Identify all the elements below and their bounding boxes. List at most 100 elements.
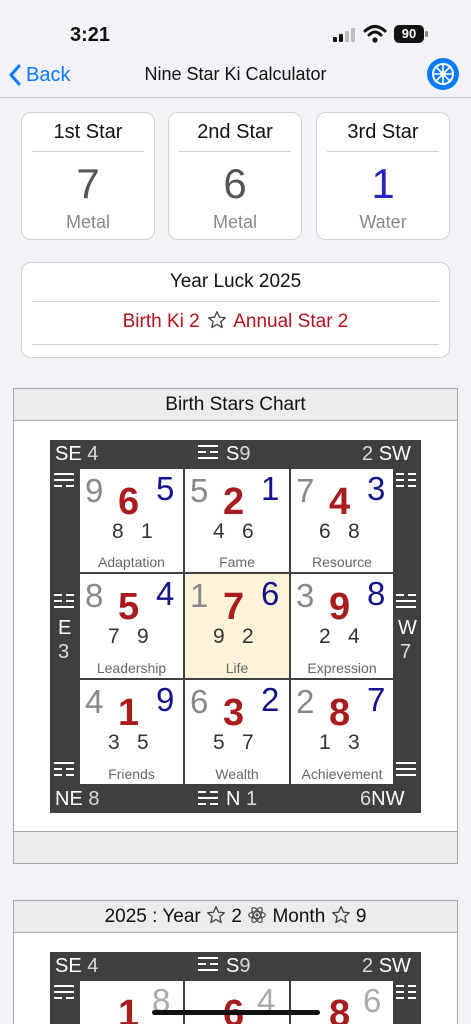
cell-main-number: 1	[118, 993, 140, 1024]
cell-friends[interactable]: 4 1 9 3 5 Friends	[79, 679, 184, 785]
cell-bottom-right-number: 2	[242, 625, 254, 648]
star-number: 6	[223, 160, 247, 207]
cell-bottom-right-number: 8	[348, 520, 360, 543]
cell-left-number: 9	[85, 472, 104, 509]
cell-main-number: 5	[118, 586, 140, 628]
direction-sw: 2 SW	[362, 443, 411, 465]
wheel-settings-button[interactable]	[427, 58, 459, 90]
cell-bottom-left-number: 3	[108, 731, 120, 754]
trigram-se-icon	[54, 473, 74, 489]
cell-left-number: 2	[296, 683, 315, 720]
cell-adaptation[interactable]: 9 6 5 8 1 Adaptation	[79, 468, 184, 573]
cell-main-number: 8	[329, 993, 351, 1024]
trigram-sw-icon	[396, 985, 416, 1001]
direction-s: S9	[226, 955, 251, 977]
year-cell-se[interactable]: 1 8	[79, 980, 184, 1024]
star-element: Metal	[65, 212, 110, 232]
cell-bottom-right-number: 9	[137, 625, 149, 648]
cell-fame[interactable]: 5 2 1 4 6 Fame	[184, 468, 290, 573]
wheel-icon	[432, 63, 454, 85]
year-chart-panel: 2025 : Year 2 Month 9 SE 4 S9 2 SW 1 8 6…	[13, 900, 458, 1024]
cell-main-number: 4	[329, 481, 351, 523]
cell-main-number: 8	[329, 692, 351, 734]
nav-bar: Back Nine Star Ki Calculator	[0, 56, 471, 98]
direction-w-number: 7	[400, 641, 412, 663]
trigram-south-icon	[198, 445, 218, 461]
birth-chart-header: Birth Stars Chart	[14, 389, 457, 421]
trigram-se-icon	[54, 985, 74, 1001]
cell-bottom-left-number: 5	[213, 731, 225, 754]
star-outline-icon	[331, 906, 350, 924]
year-luck-summary: Birth Ki 2 Annual Star 2	[22, 310, 449, 334]
cell-right-number: 3	[367, 470, 386, 507]
battery-cap	[425, 31, 428, 37]
cell-bottom-right-number: 3	[348, 731, 360, 754]
first-star-card: 1st Star 7 Metal	[21, 112, 155, 240]
cell-bottom-left-number: 1	[319, 731, 331, 754]
cell-caption: Wealth	[215, 766, 259, 782]
cell-main-number: 2	[223, 481, 245, 523]
divider	[179, 151, 291, 152]
cell-left-number: 3	[296, 577, 315, 614]
cell-caption: Achievement	[301, 766, 383, 782]
year-cell-s[interactable]: 6 4	[184, 980, 290, 1024]
cell-main-number: 6	[118, 481, 140, 523]
year-cell-sw[interactable]: 8 6	[290, 980, 394, 1024]
cell-right-number: 1	[261, 470, 280, 507]
cell-main-number: 7	[223, 586, 245, 628]
cell-resource[interactable]: 7 4 3 6 8 Resource	[290, 468, 394, 573]
trigram-south-icon	[198, 957, 218, 973]
star-number: 1	[371, 160, 395, 207]
status-time: 3:21	[70, 24, 111, 46]
cell-caption: Friends	[108, 766, 155, 782]
cell-right-number: 4	[156, 575, 175, 612]
direction-ne: NE 8	[55, 788, 100, 810]
cell-bottom-left-number: 6	[319, 520, 331, 543]
cell-main-number: 9	[329, 586, 351, 628]
cell-bottom-right-number: 7	[242, 731, 254, 754]
cell-bottom-right-number: 6	[242, 520, 254, 543]
year-chart-header: 2025 : Year 2 Month 9	[14, 901, 457, 933]
cell-achievement[interactable]: 2 8 7 1 3 Achievement	[290, 679, 394, 785]
cell-wealth[interactable]: 6 3 2 5 7 Wealth	[184, 679, 290, 785]
cell-right-number: 9	[156, 681, 175, 718]
month-label: Month	[272, 906, 326, 927]
birth-chart-footer	[14, 831, 457, 863]
star-outline-icon	[207, 906, 226, 924]
direction-e: E	[58, 617, 72, 639]
direction-sw: 2 SW	[362, 955, 411, 977]
month-number: 9	[355, 906, 367, 927]
birth-ki-label: Birth Ki 2	[122, 311, 200, 332]
trigram-north-icon	[198, 791, 218, 807]
direction-s: S9	[226, 443, 251, 465]
battery-icon: 90	[394, 25, 424, 43]
trigram-east-icon	[54, 594, 74, 610]
status-bar: 3:21 90	[0, 0, 471, 56]
divider	[32, 301, 439, 302]
home-indicator[interactable]	[152, 1010, 320, 1015]
trigram-west-icon	[396, 594, 416, 610]
cell-main-number: 3	[223, 692, 245, 734]
cell-left-number: 6	[190, 683, 209, 720]
cell-expression[interactable]: 3 9 8 2 4 Expression	[290, 573, 394, 679]
cell-life[interactable]: 1 7 6 9 2 Life	[184, 573, 290, 679]
direction-w: W	[398, 617, 417, 639]
cell-leadership[interactable]: 8 5 4 7 9 Leadership	[79, 573, 184, 679]
third-star-card: 3rd Star 1 Water	[316, 112, 450, 240]
wifi-icon	[363, 25, 387, 43]
cell-right-number: 6	[261, 575, 280, 612]
cell-right-number: 7	[367, 681, 386, 718]
direction-se: SE 4	[55, 955, 99, 977]
cell-left-number: 8	[85, 577, 104, 614]
trigram-nw-icon	[396, 762, 416, 778]
second-star-card: 2nd Star 6 Metal	[168, 112, 302, 240]
cell-right-number: 6	[363, 982, 382, 1019]
direction-e-number: 3	[58, 641, 70, 663]
divider	[327, 151, 439, 152]
star-element: Water	[359, 212, 407, 232]
annual-star-label: Annual Star 2	[233, 311, 349, 332]
atom-icon	[248, 907, 267, 923]
signal-icon	[333, 28, 357, 42]
trigram-sw-icon	[396, 473, 416, 489]
cell-left-number: 5	[190, 472, 209, 509]
